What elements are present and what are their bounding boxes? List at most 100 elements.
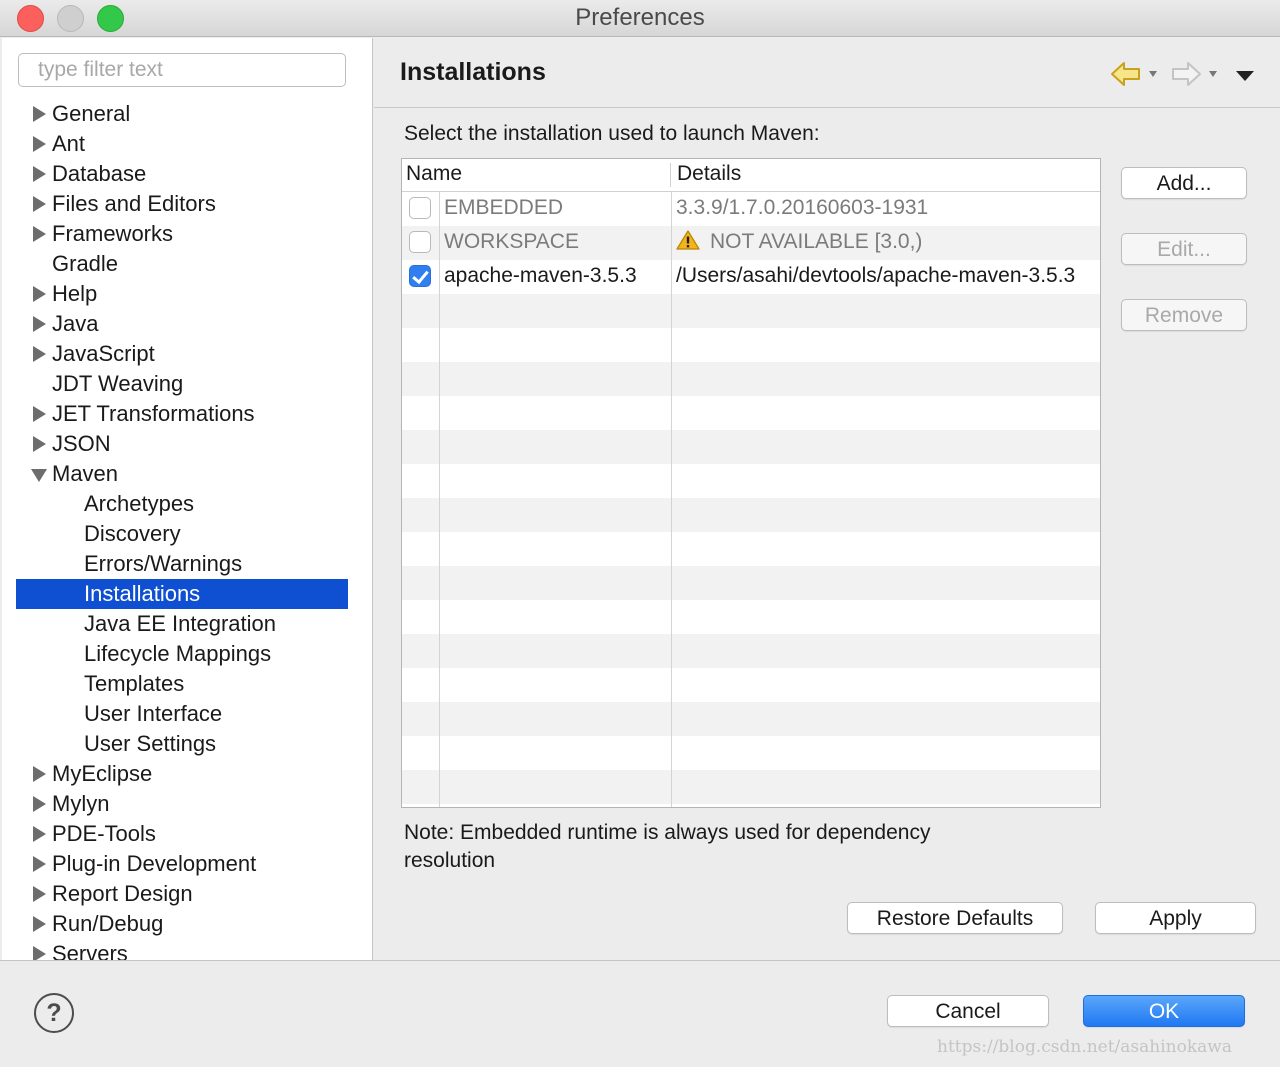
collapsed-triangle-icon[interactable] [33,946,46,960]
table-row [402,668,1100,702]
collapsed-triangle-icon[interactable] [33,766,46,782]
sidebar-item-plug-in-development[interactable]: Plug-in Development [2,849,372,879]
sidebar-item-label: JDT Weaving [52,371,184,396]
collapsed-triangle-icon[interactable] [33,346,46,362]
collapsed-triangle-icon[interactable] [33,436,46,452]
collapsed-triangle-icon[interactable] [33,826,46,842]
sidebar-item-run-debug[interactable]: Run/Debug [2,909,372,939]
back-history-dropdown-icon[interactable] [1149,71,1157,77]
installation-checkbox[interactable] [409,197,431,219]
table-body: EMBEDDED 3.3.9/1.7.0.20160603-1931 WORKSPA… [402,192,1100,804]
restore-defaults-button[interactable]: Restore Defaults [847,902,1063,934]
collapsed-triangle-icon[interactable] [33,226,46,242]
sidebar-item-label: Archetypes [84,491,195,516]
apply-button[interactable]: Apply [1095,902,1256,934]
sidebar-item-json[interactable]: JSON [2,429,372,459]
sidebar-item-installations[interactable]: Installations [16,579,348,609]
forward-history-dropdown-icon[interactable] [1209,71,1217,77]
sidebar-item-label: Mylyn [52,791,110,816]
sidebar-item-discovery[interactable]: Discovery [2,519,372,549]
sidebar-item-user-settings[interactable]: User Settings [2,729,372,759]
back-arrow-icon[interactable] [1110,60,1142,88]
sidebar-item-archetypes[interactable]: Archetypes [2,489,372,519]
installation-name: apache-maven-3.5.3 [444,264,637,287]
sidebar-item-maven[interactable]: Maven [2,459,372,489]
installation-name: EMBEDDED [444,196,564,219]
sidebar-item-templates[interactable]: Templates [2,669,372,699]
sidebar-item-servers[interactable]: Servers [2,939,372,960]
sidebar-item-lifecycle-mappings[interactable]: Lifecycle Mappings [2,639,372,669]
sidebar-item-label: Plug-in Development [52,851,257,876]
installation-details: /Users/asahi/devtools/apache-maven-3.5.3 [676,264,1098,288]
expanded-triangle-icon[interactable] [31,469,47,482]
sidebar-item-files-and-editors[interactable]: Files and Editors [2,189,372,219]
installation-checkbox[interactable] [409,231,431,253]
title-bar: Preferences [0,0,1280,37]
collapsed-triangle-icon[interactable] [33,916,46,932]
table-row [402,770,1100,804]
page-header: Installations [374,38,1280,108]
column-header-name[interactable]: Name [406,162,462,186]
sidebar-item-label: Discovery [84,521,181,546]
table-row [402,566,1100,600]
sidebar-item-label: Templates [84,671,185,696]
remove-button[interactable]: Remove [1121,299,1247,331]
sidebar-item-pde-tools[interactable]: PDE-Tools [2,819,372,849]
collapsed-triangle-icon[interactable] [33,796,46,812]
collapsed-triangle-icon[interactable] [33,406,46,422]
table-row [402,702,1100,736]
view-menu-icon[interactable] [1236,71,1254,81]
table-row [402,362,1100,396]
sidebar-item-label: Gradle [52,251,119,276]
sidebar-item-user-interface[interactable]: User Interface [2,699,372,729]
sidebar-item-jdt-weaving[interactable]: JDT Weaving [2,369,372,399]
sidebar-item-java[interactable]: Java [2,309,372,339]
sidebar-item-help[interactable]: Help [2,279,372,309]
preference-page: Installations Select the installation us… [374,38,1280,960]
sidebar-item-label: JSON [52,431,111,456]
sidebar-item-label: Run/Debug [52,911,164,936]
collapsed-triangle-icon[interactable] [33,196,46,212]
sidebar-item-gradle[interactable]: Gradle [2,249,372,279]
filter-input[interactable] [18,53,346,87]
sidebar-item-javascript[interactable]: JavaScript [2,339,372,369]
sidebar-item-label: MyEclipse [52,761,153,786]
sidebar-item-frameworks[interactable]: Frameworks [2,219,372,249]
installation-details-text: NOT AVAILABLE [3.0,) [710,230,923,253]
page-title: Installations [400,58,546,86]
sidebar-item-java-ee-integration[interactable]: Java EE Integration [2,609,372,639]
collapsed-triangle-icon[interactable] [33,106,46,122]
collapsed-triangle-icon[interactable] [33,886,46,902]
sidebar-item-myeclipse[interactable]: MyEclipse [2,759,372,789]
table-row[interactable]: apache-maven-3.5.3/Users/asahi/devtools/… [402,260,1100,294]
installation-checkbox[interactable] [409,265,431,287]
add-button[interactable]: Add... [1121,167,1247,199]
collapsed-triangle-icon[interactable] [33,316,46,332]
table-row[interactable]: EMBEDDED 3.3.9/1.7.0.20160603-1931 [402,192,1100,226]
sidebar-item-report-design[interactable]: Report Design [2,879,372,909]
collapsed-triangle-icon[interactable] [33,856,46,872]
collapsed-triangle-icon[interactable] [33,136,46,152]
forward-arrow-icon[interactable] [1170,60,1202,88]
collapsed-triangle-icon[interactable] [33,166,46,182]
table-row [402,328,1100,362]
warning-icon [676,230,700,250]
sidebar-item-general[interactable]: General [2,99,372,129]
column-header-details[interactable]: Details [677,162,741,186]
installation-details: 3.3.9/1.7.0.20160603-1931 [676,196,1098,220]
sidebar-item-ant[interactable]: Ant [2,129,372,159]
installation-details: NOT AVAILABLE [3.0,) [676,230,1098,254]
sidebar-item-mylyn[interactable]: Mylyn [2,789,372,819]
sidebar-item-errors-warnings[interactable]: Errors/Warnings [2,549,372,579]
sidebar-item-database[interactable]: Database [2,159,372,189]
embedded-runtime-note: Note: Embedded runtime is always used fo… [404,821,931,872]
preferences-sidebar: General Ant Database Files and Editors Frame… [2,38,373,960]
ok-button[interactable]: OK [1083,995,1245,1027]
sidebar-item-label: JET Transformations [52,401,255,426]
edit-button[interactable]: Edit... [1121,233,1247,265]
help-icon[interactable]: ? [34,993,74,1033]
cancel-button[interactable]: Cancel [887,995,1049,1027]
sidebar-item-jet-transformations[interactable]: JET Transformations [2,399,372,429]
collapsed-triangle-icon[interactable] [33,286,46,302]
table-row[interactable]: WORKSPACE NOT AVAILABLE [3.0,) [402,226,1100,260]
